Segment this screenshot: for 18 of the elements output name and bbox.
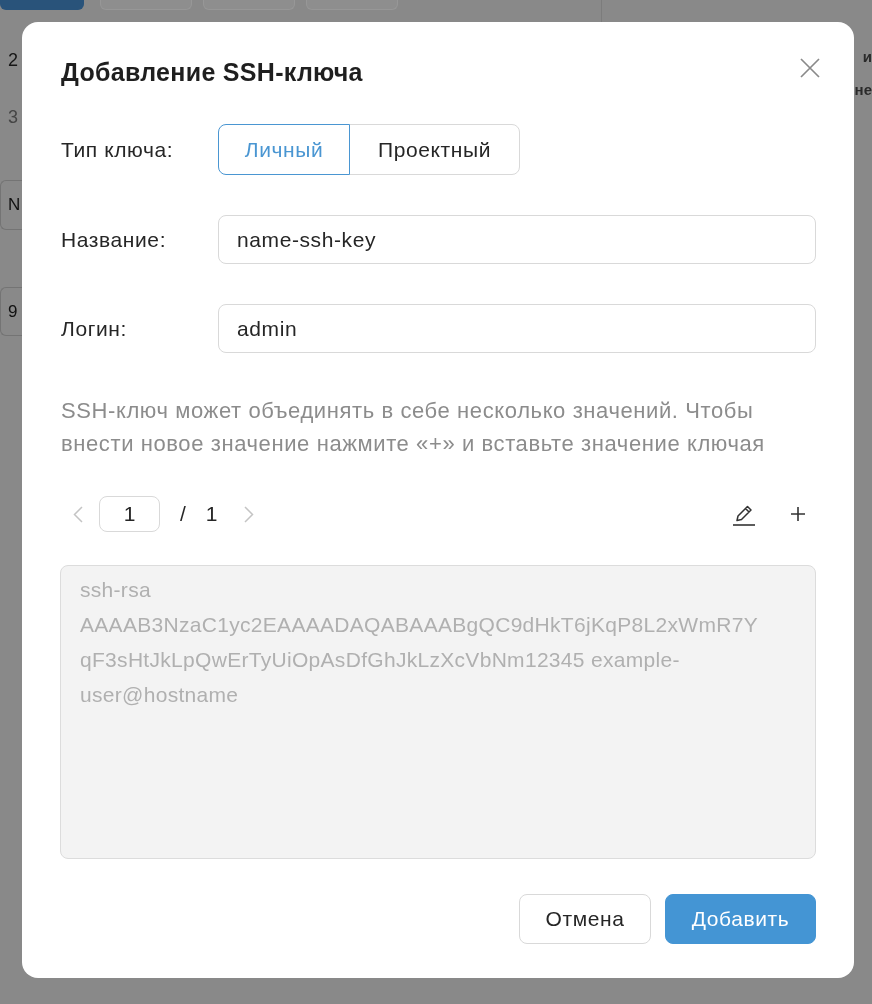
plus-icon[interactable]: [791, 507, 805, 521]
field-label: Логин:: [61, 316, 128, 341]
cancel-button[interactable]: Отмена: [519, 894, 651, 944]
text-input[interactable]: admin: [218, 304, 816, 353]
key-type-tab[interactable]: Проектный: [349, 124, 520, 175]
background-heading-text: не: [854, 80, 872, 100]
field-label: Тип ключа:: [61, 137, 175, 162]
background-heading-text: и: [862, 47, 872, 67]
text-input[interactable]: name-ssh-key: [218, 215, 816, 264]
background-step-number: 3: [7, 106, 18, 129]
hint-text: SSH-ключ может объединять в себе несколько значений. Чтобы внести новое значение нажмите «+» и вставьте значение ключая: [61, 397, 766, 458]
dialog-title: Добавление SSH-ключа: [61, 57, 363, 87]
page-separator: /: [180, 502, 186, 526]
field-label: Название:: [61, 227, 168, 252]
page-total: 1: [205, 502, 218, 526]
background-step-number: 2: [7, 49, 18, 72]
page-number-input[interactable]: 1: [99, 496, 160, 532]
close-icon[interactable]: [800, 57, 820, 78]
